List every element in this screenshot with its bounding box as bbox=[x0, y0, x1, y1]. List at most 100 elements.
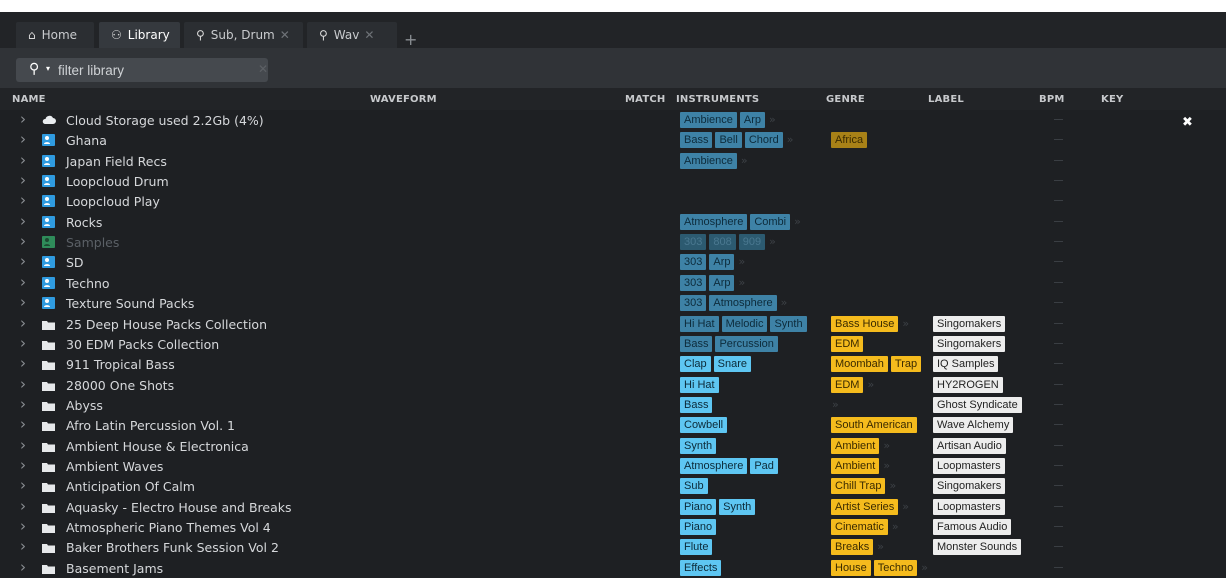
list-item[interactable]: › Basement Jams Effects House Techno» bbox=[0, 558, 1226, 578]
label-tag[interactable]: Loopmasters bbox=[933, 498, 1005, 515]
instrument-tag[interactable]: Flute bbox=[680, 539, 713, 556]
chevron-right-icon[interactable]: › bbox=[20, 314, 26, 332]
instrument-tag[interactable]: Effects bbox=[680, 559, 722, 576]
instrument-tag[interactable]: 303 bbox=[680, 254, 707, 271]
instrument-tag[interactable]: Bass bbox=[680, 396, 713, 413]
instrument-tag[interactable]: Bell bbox=[715, 132, 742, 149]
chevron-right-icon[interactable]: › bbox=[20, 537, 26, 555]
chevron-right-icon[interactable]: › bbox=[20, 558, 26, 576]
list-item[interactable]: › 30 EDM Packs Collection Bass Percussion ED… bbox=[0, 334, 1226, 354]
instrument-tag[interactable]: Hi Hat bbox=[680, 376, 719, 393]
add-tab-button[interactable]: + bbox=[404, 32, 417, 48]
label-tag[interactable]: Loopmasters bbox=[933, 457, 1005, 474]
list-item[interactable]: › Anticipation Of Calm Sub Chill Trap» Singo… bbox=[0, 476, 1226, 496]
chevron-right-icon[interactable]: › bbox=[20, 110, 26, 128]
list-item[interactable]: › SD 303 Arp» bbox=[0, 252, 1226, 272]
genre-tag[interactable]: Ambient bbox=[831, 437, 880, 454]
genre-tag[interactable]: Moombah bbox=[831, 356, 888, 373]
chevron-right-icon[interactable]: › bbox=[20, 395, 26, 413]
genre-tag[interactable]: EDM bbox=[831, 335, 864, 352]
column-match[interactable]: MATCH bbox=[625, 94, 665, 105]
instrument-tag[interactable]: Arp bbox=[709, 254, 735, 271]
more-chevron-icon[interactable]: » bbox=[883, 458, 890, 474]
list-item[interactable]: › Baker Brothers Funk Session Vol 2 Flute B… bbox=[0, 537, 1226, 557]
chevron-right-icon[interactable]: › bbox=[20, 456, 26, 474]
list-item[interactable]: › Atmospheric Piano Themes Vol 4 Piano Cine… bbox=[0, 517, 1226, 537]
more-chevron-icon[interactable]: » bbox=[741, 153, 748, 169]
chevron-right-icon[interactable]: › bbox=[20, 293, 26, 311]
more-chevron-icon[interactable]: » bbox=[787, 132, 794, 148]
chevron-right-icon[interactable]: › bbox=[20, 517, 26, 535]
label-tag[interactable]: Singomakers bbox=[933, 335, 1006, 352]
more-chevron-icon[interactable]: » bbox=[738, 275, 745, 291]
list-item[interactable]: › Texture Sound Packs 303 Atmosphere» bbox=[0, 293, 1226, 313]
instrument-tag[interactable]: Clap bbox=[680, 356, 711, 373]
chevron-right-icon[interactable]: › bbox=[20, 415, 26, 433]
instrument-tag[interactable]: Synth bbox=[770, 315, 807, 332]
label-tag[interactable]: Famous Audio bbox=[933, 519, 1012, 535]
tab-search-wav[interactable]: ⚲ Wav ✕ bbox=[307, 22, 397, 48]
label-tag[interactable]: Artisan Audio bbox=[933, 437, 1006, 454]
instrument-tag[interactable]: Sub bbox=[680, 478, 708, 495]
instrument-tag[interactable]: 909 bbox=[738, 234, 766, 251]
more-chevron-icon[interactable]: » bbox=[877, 539, 884, 555]
more-chevron-icon[interactable]: » bbox=[883, 438, 890, 454]
genre-tag[interactable]: South American bbox=[831, 417, 917, 434]
instrument-tag[interactable]: Synth bbox=[719, 498, 756, 515]
instrument-tag[interactable]: Bass bbox=[680, 132, 713, 149]
instrument-tag[interactable]: Piano bbox=[680, 498, 717, 515]
filter-input[interactable] bbox=[58, 60, 248, 80]
chevron-down-icon[interactable]: ▾ bbox=[46, 64, 50, 73]
instrument-tag[interactable]: 303 bbox=[680, 295, 707, 312]
genre-tag[interactable]: Techno bbox=[873, 559, 918, 576]
chevron-right-icon[interactable]: › bbox=[20, 436, 26, 454]
search-icon[interactable]: ⚲ bbox=[29, 61, 39, 77]
list-item[interactable]: › 911 Tropical Bass Clap Snare Moombah Trap IQ… bbox=[0, 354, 1226, 374]
list-item[interactable]: › Afro Latin Percussion Vol. 1 Cowbell Sout… bbox=[0, 415, 1226, 435]
genre-tag[interactable]: Trap bbox=[890, 356, 922, 373]
list-item[interactable]: › Ambient House & Electronica Synth Ambient… bbox=[0, 436, 1226, 456]
label-tag[interactable]: IQ Samples bbox=[933, 356, 999, 373]
instrument-tag[interactable]: Combi bbox=[750, 213, 791, 230]
chevron-right-icon[interactable]: › bbox=[20, 334, 26, 352]
genre-tag[interactable]: Bass House bbox=[831, 315, 899, 332]
chevron-right-icon[interactable]: › bbox=[20, 191, 26, 209]
list-item[interactable]: › Loopcloud Play bbox=[0, 191, 1226, 211]
instrument-tag[interactable]: Ambience bbox=[680, 152, 737, 169]
instrument-tag[interactable]: Melodic bbox=[721, 315, 768, 332]
chevron-right-icon[interactable]: › bbox=[20, 476, 26, 494]
more-chevron-icon[interactable]: » bbox=[902, 316, 909, 332]
column-instruments[interactable]: INSTRUMENTS bbox=[676, 94, 759, 105]
instrument-tag[interactable]: Atmosphere bbox=[680, 457, 748, 474]
more-chevron-icon[interactable]: » bbox=[867, 377, 874, 393]
column-genre[interactable]: GENRE bbox=[826, 94, 865, 105]
instrument-tag[interactable]: Atmosphere bbox=[680, 213, 748, 230]
list-item[interactable]: › Loopcloud Drum bbox=[0, 171, 1226, 191]
more-chevron-icon[interactable]: » bbox=[794, 214, 801, 230]
chevron-right-icon[interactable]: › bbox=[20, 497, 26, 515]
instrument-tag[interactable]: Piano bbox=[680, 519, 717, 535]
instrument-tag[interactable]: Ambience bbox=[680, 112, 737, 128]
tab-library[interactable]: ⚇ Library bbox=[99, 22, 180, 48]
column-key[interactable]: KEY bbox=[1101, 94, 1123, 105]
close-icon[interactable]: ✕ bbox=[280, 28, 290, 42]
chevron-right-icon[interactable]: › bbox=[20, 130, 26, 148]
instrument-tag[interactable]: Bass bbox=[680, 335, 713, 352]
close-icon[interactable]: ✕ bbox=[364, 28, 374, 42]
genre-tag[interactable]: Chill Trap bbox=[831, 478, 886, 495]
label-tag[interactable]: Singomakers bbox=[933, 478, 1006, 495]
list-item[interactable]: › Abyss Bass » Ghost Syndicate bbox=[0, 395, 1226, 415]
genre-tag[interactable]: EDM bbox=[831, 376, 864, 393]
instrument-tag[interactable]: Snare bbox=[713, 356, 751, 373]
instrument-tag[interactable]: 303 bbox=[680, 234, 707, 251]
instrument-tag[interactable]: Pad bbox=[750, 457, 778, 474]
list-item[interactable]: › Rocks Atmosphere Combi» bbox=[0, 212, 1226, 232]
chevron-right-icon[interactable]: › bbox=[20, 212, 26, 230]
more-chevron-icon[interactable]: » bbox=[892, 519, 899, 535]
column-bpm[interactable]: BPM bbox=[1039, 94, 1065, 105]
list-item[interactable]: › 25 Deep House Packs Collection Hi Hat Mel… bbox=[0, 314, 1226, 334]
more-chevron-icon[interactable]: » bbox=[781, 295, 788, 311]
more-chevron-icon[interactable]: » bbox=[769, 234, 776, 250]
chevron-right-icon[interactable]: › bbox=[20, 232, 26, 250]
chevron-right-icon[interactable]: › bbox=[20, 252, 26, 270]
